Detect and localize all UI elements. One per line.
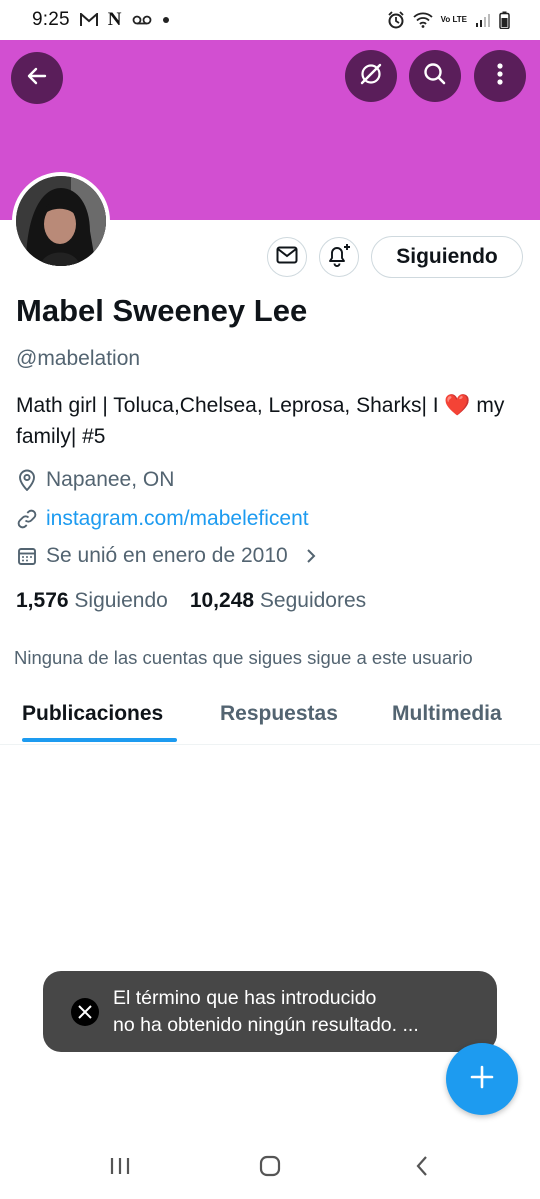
toast-line-2: no ha obtenido ningún resultado. ... xyxy=(113,1013,419,1036)
tab-respuestas[interactable]: Respuestas xyxy=(220,702,338,726)
status-bar-left: 9:25 N xyxy=(32,9,170,31)
user-handle: @mabelation xyxy=(16,347,141,370)
recent-apps-icon xyxy=(109,1156,131,1181)
followers-label: Seguidores xyxy=(259,589,367,612)
home-icon xyxy=(259,1155,281,1182)
tab-multimedia[interactable]: Multimedia xyxy=(392,702,502,726)
grok-icon xyxy=(358,61,384,92)
bell-plus-icon xyxy=(326,243,352,272)
joined-row[interactable]: Se unió en enero de 2010 xyxy=(16,544,322,568)
x-logo-icon xyxy=(71,997,99,1026)
following-button[interactable]: Siguiendo xyxy=(371,236,523,278)
following-count: 1,576 xyxy=(16,589,69,612)
active-tab-indicator xyxy=(22,738,177,742)
more-icon xyxy=(496,62,504,91)
display-name: Mabel Sweeney Lee xyxy=(16,293,308,328)
tab-publicaciones[interactable]: Publicaciones xyxy=(22,702,163,726)
mail-icon xyxy=(276,246,298,269)
followers-count: 10,248 xyxy=(189,589,255,612)
toast-line-1: El término que has introducido xyxy=(113,986,377,1009)
search-icon xyxy=(422,61,448,92)
bio: Math girl | Toluca,Chelsea, Leprosa, Sha… xyxy=(16,390,526,452)
battery-icon xyxy=(499,10,510,30)
back-button[interactable] xyxy=(11,52,63,104)
message-button[interactable] xyxy=(267,237,307,277)
voicemail-icon xyxy=(132,10,152,30)
back-nav-icon xyxy=(415,1155,429,1182)
volte-icon: Vo LTE xyxy=(440,15,467,24)
follow-stats: 1,576 Siguiendo 10,248 Seguidores xyxy=(16,589,366,613)
link-row: instagram.com/mabeleficent xyxy=(16,507,309,531)
dot-icon xyxy=(162,10,170,30)
bio-text: Math girl | Toluca,Chelsea, Leprosa, Sha… xyxy=(16,394,445,417)
status-bar-right: Vo LTE xyxy=(387,10,510,30)
n-app-icon: N xyxy=(107,9,122,30)
avatar-image xyxy=(16,176,106,266)
recent-apps-button[interactable] xyxy=(100,1154,140,1182)
following-label: Siguiendo xyxy=(74,589,168,612)
link-icon xyxy=(16,508,38,530)
location-text: Napanee, ON xyxy=(46,468,175,491)
gmail-icon xyxy=(79,10,98,30)
mutual-followers-note: Ninguna de las cuentas que sigues sigue … xyxy=(14,647,473,668)
followers-stat[interactable]: 10,248 Seguidores xyxy=(190,589,366,613)
compose-button[interactable] xyxy=(446,1043,518,1115)
following-stat[interactable]: 1,576 Siguiendo xyxy=(16,589,168,613)
signal-icon xyxy=(475,10,491,30)
notifications-button[interactable] xyxy=(319,237,359,277)
toast-text: El término que has introducido no ha obt… xyxy=(113,985,419,1039)
profile-tabs: Publicaciones Respuestas Multimedia xyxy=(0,690,540,745)
search-button[interactable] xyxy=(409,50,461,102)
avatar[interactable] xyxy=(12,172,110,270)
plus-icon xyxy=(469,1064,495,1095)
more-options-button[interactable] xyxy=(474,50,526,102)
back-icon xyxy=(25,64,49,93)
grok-button[interactable] xyxy=(345,50,397,102)
back-nav-button[interactable] xyxy=(402,1154,442,1182)
wifi-icon xyxy=(413,10,433,30)
location-row: Napanee, ON xyxy=(16,468,174,492)
heart-emoji: ❤️ xyxy=(444,394,471,417)
profile-link[interactable]: instagram.com/mabeleficent xyxy=(46,507,309,531)
chevron-right-icon xyxy=(300,545,322,567)
status-time: 9:25 xyxy=(32,9,70,30)
system-nav-bar xyxy=(0,1140,540,1199)
alarm-icon xyxy=(387,10,405,30)
status-bar: 9:25 N Vo LTE xyxy=(0,0,540,40)
home-button[interactable] xyxy=(250,1154,290,1182)
joined-text: Se unió en enero de 2010 xyxy=(46,544,288,567)
toast-message: El término que has introducido no ha obt… xyxy=(43,971,497,1052)
calendar-icon xyxy=(16,545,38,567)
location-pin-icon xyxy=(16,469,38,491)
